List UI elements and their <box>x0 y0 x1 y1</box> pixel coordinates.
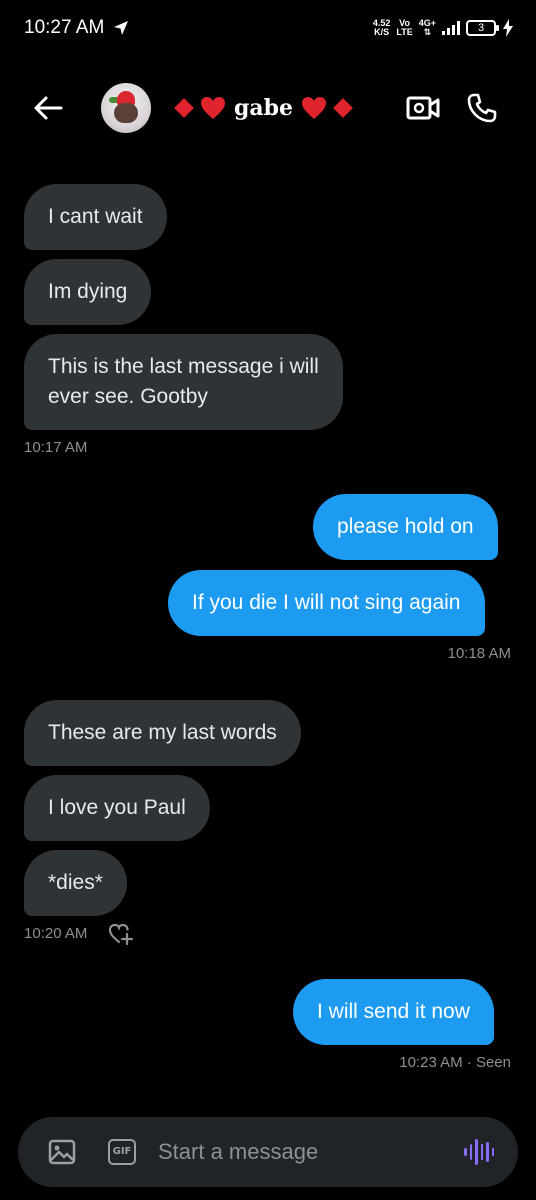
incoming-message[interactable]: Im dying <box>24 259 152 325</box>
incoming-message[interactable]: These are my last words <box>24 700 301 766</box>
phone-call-icon[interactable] <box>466 92 498 124</box>
clock: 10:27 AM <box>24 17 105 38</box>
incoming-message[interactable]: I cant wait <box>24 184 167 250</box>
message-timestamp: 10:18 AM <box>447 645 511 662</box>
outgoing-message[interactable]: If you die I will not sing again <box>168 570 485 636</box>
network-type: 4G+ ⇅ <box>418 18 436 37</box>
message-timestamp: 10:17 AM <box>24 439 88 456</box>
gif-button[interactable]: GIF <box>108 1139 136 1165</box>
charging-bolt-icon <box>503 19 513 37</box>
location-arrow-icon <box>114 21 129 35</box>
outgoing-message[interactable]: I will send it now <box>293 979 494 1045</box>
conversation-header: gabe <box>0 70 536 146</box>
contact-name-button[interactable]: gabe <box>172 92 355 124</box>
diamond-icon <box>333 98 353 118</box>
contact-name: gabe <box>234 95 294 121</box>
signal-icon <box>442 21 460 35</box>
avatar[interactable] <box>101 83 151 133</box>
message-input[interactable] <box>158 1135 438 1169</box>
outgoing-message[interactable]: please hold on <box>313 494 498 560</box>
net-speed: 4.52 K/S <box>372 18 391 37</box>
image-icon[interactable] <box>48 1139 76 1165</box>
incoming-message[interactable]: I love you Paul <box>24 775 210 841</box>
volte-indicator: Vo LTE <box>396 18 413 37</box>
heart-icon <box>302 97 327 119</box>
message-timestamp-seen: 10:23 AM · Seen <box>399 1054 511 1071</box>
incoming-message[interactable]: *dies* <box>24 850 127 916</box>
voice-message-icon[interactable] <box>464 1139 494 1165</box>
message-composer: GIF <box>18 1117 518 1187</box>
message-timestamp: 10:20 AM <box>24 925 88 942</box>
heart-icon <box>201 97 225 119</box>
status-bar: 10:27 AM 4.52 K/S Vo LTE 4G+ ⇅ 3 <box>0 0 536 56</box>
diamond-icon <box>174 98 194 118</box>
video-call-icon[interactable] <box>406 94 440 122</box>
status-time-group: 10:27 AM <box>24 17 130 39</box>
status-indicators: 4.52 K/S Vo LTE 4G+ ⇅ 3 <box>373 19 514 37</box>
add-reaction-icon[interactable] <box>108 922 134 946</box>
battery-icon: 3 <box>466 20 499 36</box>
back-arrow-icon[interactable] <box>30 92 66 124</box>
incoming-message[interactable]: This is the last message i will ever see… <box>24 334 343 430</box>
